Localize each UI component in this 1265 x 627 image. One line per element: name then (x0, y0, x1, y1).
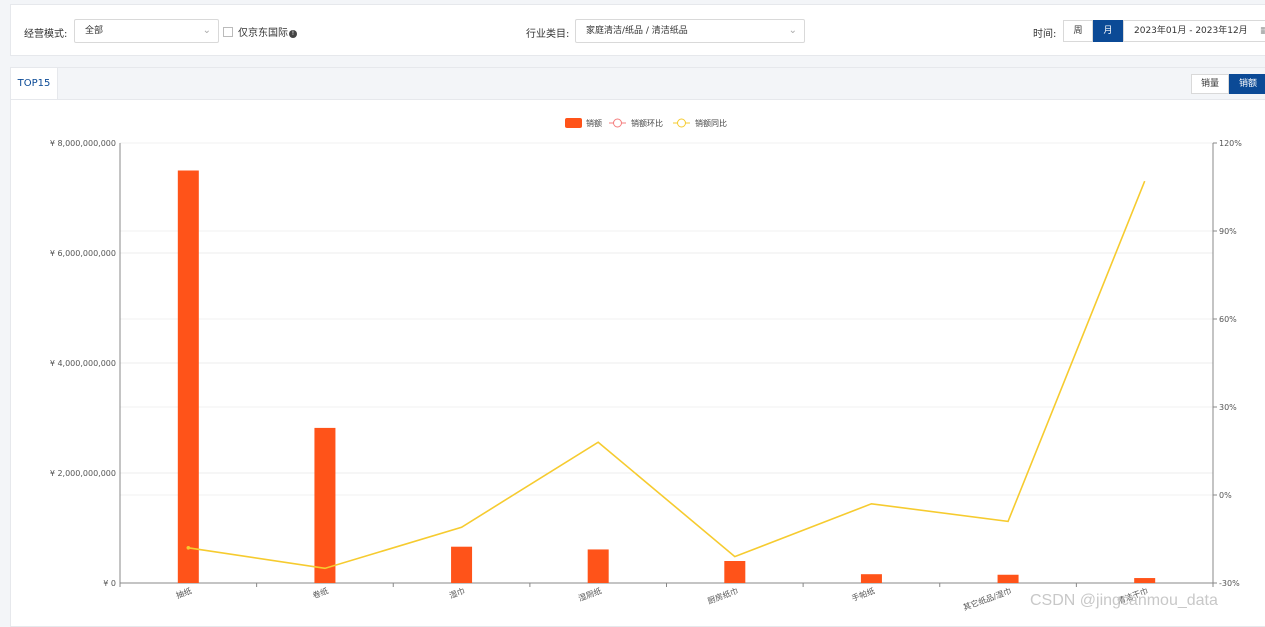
y-right-tick-label: 60% (1219, 315, 1237, 324)
legend-label: 销额环比 (631, 118, 663, 128)
chart-axes (119, 142, 1217, 587)
y-right-tick-label: 30% (1219, 403, 1237, 412)
chart-legend: 销额 销额环比 销额同比 (565, 118, 727, 128)
x-tick-label: 湿厕纸 (577, 585, 603, 603)
x-tick-label: 湿巾 (448, 585, 466, 600)
y-right-tick-label: 0% (1219, 491, 1232, 500)
bar (451, 546, 473, 583)
bar (177, 170, 199, 583)
x-tick-label: 手帕纸 (850, 585, 876, 603)
bar (860, 574, 882, 583)
y-right-tick-label: -30% (1219, 579, 1240, 588)
bar (724, 561, 746, 583)
y-left-tick-label: ¥ 0 (103, 579, 116, 588)
axis-labels: ¥ 0 ¥ 2,000,000,000 ¥ 4,000,000,000 ¥ 6,000… (50, 139, 1242, 612)
x-tick-label: 其它纸品/湿巾 (962, 585, 1013, 612)
y-left-tick-label: ¥ 6,000,000,000 (50, 249, 116, 258)
sales-chart: 销额 销额环比 销额同比 ¥ 0 ¥ 2,000,000,000 ¥ 4,000,000… (50, 118, 1242, 612)
y-left-tick-label: ¥ 8,000,000,000 (50, 139, 116, 148)
legend-marker (677, 118, 686, 128)
bar (997, 574, 1019, 583)
x-tick-label: 厨房纸巾 (706, 585, 739, 605)
bar (587, 549, 609, 583)
line-point (186, 546, 191, 550)
y-right-tick-label: 90% (1219, 227, 1237, 236)
watermark: CSDN @jingcanmou_data (1030, 592, 1218, 609)
y-left-tick-label: ¥ 2,000,000,000 (50, 469, 116, 478)
legend-label: 销额同比 (695, 118, 727, 128)
x-tick-label: 卷纸 (311, 585, 329, 600)
bar (314, 427, 336, 583)
legend-swatch (565, 118, 582, 128)
bar (1134, 578, 1156, 583)
x-tick-label: 抽纸 (175, 585, 193, 600)
y-right-tick-label: 120% (1219, 139, 1242, 148)
legend-label: 销额 (586, 118, 602, 128)
y-left-tick-label: ¥ 4,000,000,000 (50, 359, 116, 368)
chart-grid (120, 142, 1213, 584)
legend-marker (613, 118, 622, 128)
